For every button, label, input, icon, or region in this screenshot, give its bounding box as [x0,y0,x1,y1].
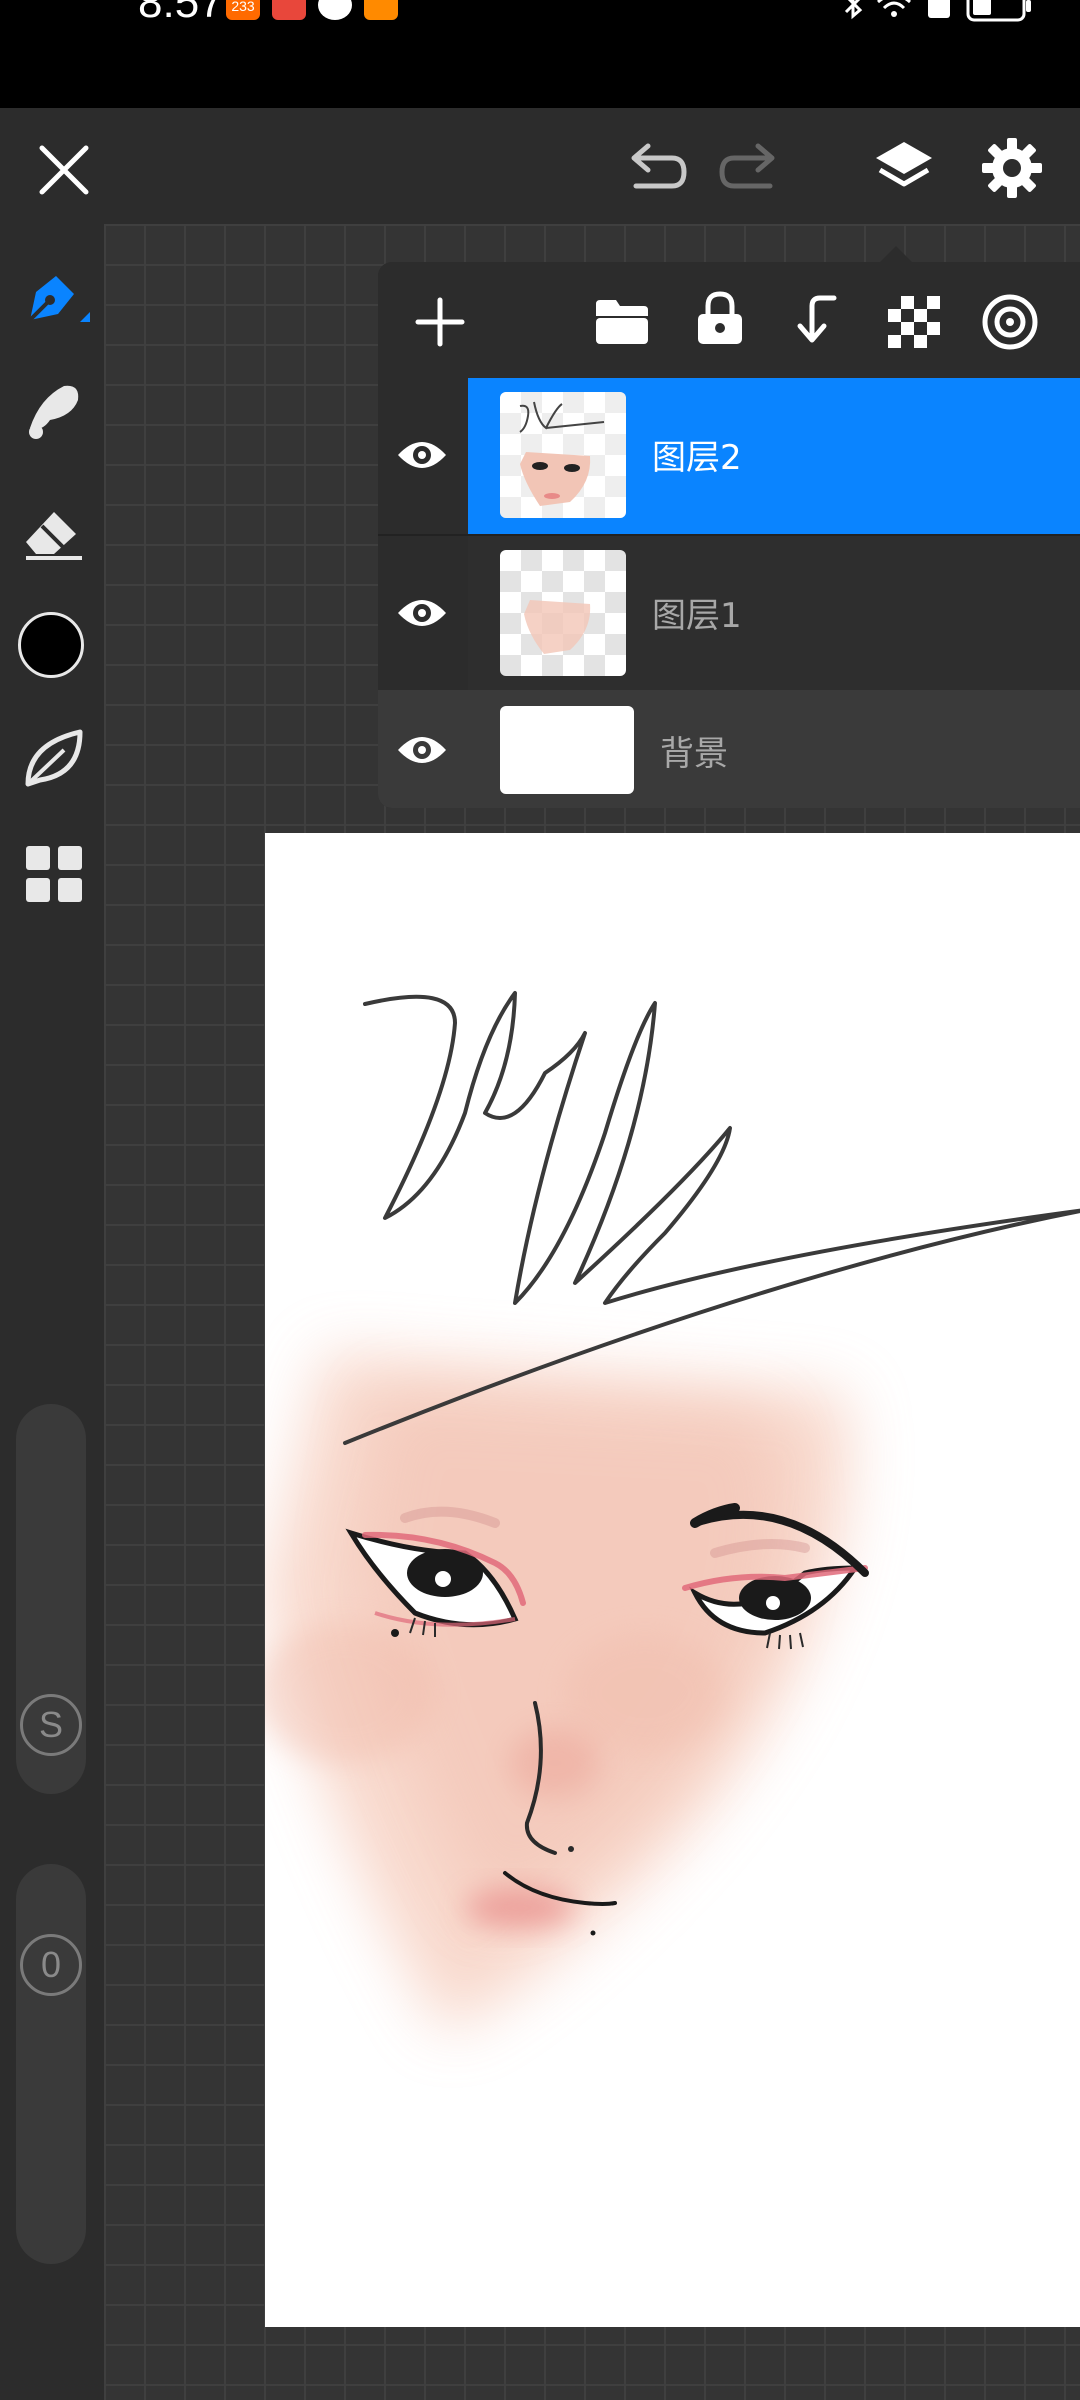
layer1-thumbnail-art [524,600,591,654]
panel-pointer [880,246,912,262]
layers-toolbar [378,262,1080,378]
layer-visibility-toggle[interactable] [378,378,468,534]
layer-row[interactable]: 图层1 [378,534,1080,692]
opacity-slider[interactable]: 0 [16,1864,86,2264]
layer-name: 图层1 [652,596,742,636]
target-icon[interactable] [980,292,1040,352]
app-browser-icon [318,0,352,20]
layer-thumbnail [500,550,626,676]
layer-name: 背景 [660,734,728,774]
undo-icon[interactable] [622,140,688,200]
transparency-icon[interactable] [886,294,942,350]
merge-down-icon[interactable] [790,292,846,350]
layers-panel: 图层2 图层1 背景 [378,262,1080,808]
eye-icon[interactable] [396,433,448,477]
size-knob[interactable]: S [20,1694,82,1756]
eye-icon[interactable] [396,591,448,635]
layer-selected-highlight[interactable]: 图层2 [468,378,1080,534]
pen-icon[interactable] [16,262,92,338]
layer-body[interactable]: 图层1 [468,536,1080,692]
app-video-icon [364,0,398,20]
layers-icon[interactable] [872,136,936,200]
layer-thumbnail [500,706,634,794]
grid-icon[interactable] [22,842,86,906]
app-bar [0,108,1080,224]
artwork-face-sketch [265,991,1080,2033]
add-icon[interactable] [412,294,468,350]
layer-row[interactable]: 背景 [378,690,1080,808]
drawing-paper[interactable] [265,833,1080,2327]
left-toolbar: S 0 [0,224,104,2400]
layer-name: 图层2 [652,438,742,478]
bluetooth-icon [844,0,863,20]
layer-visibility-toggle[interactable] [378,690,468,808]
layer-visibility-toggle[interactable] [378,536,468,692]
wifi-icon [877,0,911,17]
settings-icon[interactable] [980,136,1044,200]
sim-icon [928,0,950,18]
layer2-thumbnail-art [500,392,626,518]
status-time: 8:57 [138,0,224,27]
battery-icon [966,0,1031,22]
layer-row[interactable]: 图层2 [378,378,1080,534]
smudge-icon[interactable] [20,376,88,444]
layer-thumbnail [500,392,626,518]
color-swatch-icon[interactable] [18,612,84,678]
leaf-icon[interactable] [20,724,88,792]
app-233-icon: 233 [226,0,260,20]
redo-icon[interactable] [718,140,784,200]
eraser-icon[interactable] [20,494,88,562]
close-icon[interactable] [34,140,94,200]
opacity-knob[interactable]: 0 [20,1934,82,1996]
app-huawei-icon [272,0,306,20]
status-bar: 8:57 233 [0,0,1080,108]
eye-icon[interactable] [396,728,448,772]
folder-icon[interactable] [594,296,650,348]
lock-icon[interactable] [692,290,748,348]
brush-size-slider[interactable]: S [16,1404,86,1794]
